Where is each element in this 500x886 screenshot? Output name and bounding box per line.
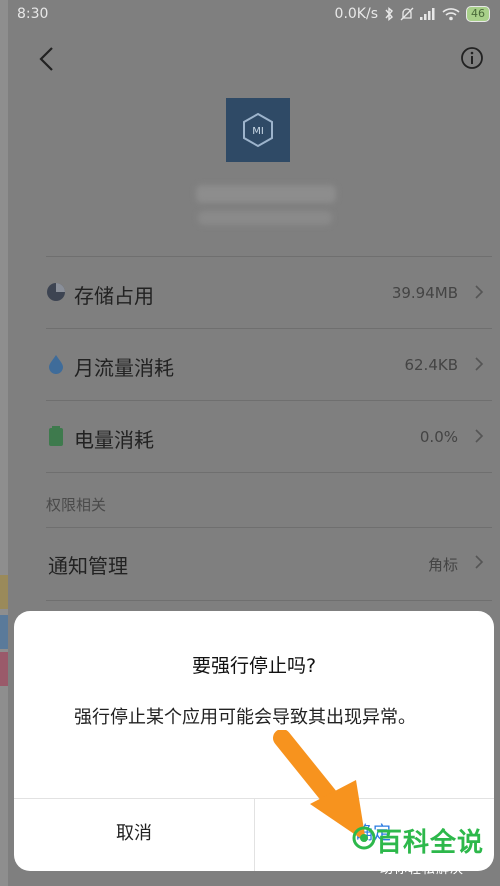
app-icon: MI xyxy=(226,98,290,162)
row-value: 39.94MB xyxy=(391,284,458,302)
dialog-button-divider xyxy=(254,799,255,871)
row-label: 存储占用 xyxy=(74,284,154,308)
chevron-right-icon xyxy=(475,357,484,371)
watermark: 百科全说 助你轻松解决 xyxy=(350,822,500,886)
row-label: 通知管理 xyxy=(48,554,128,578)
water-drop-icon xyxy=(49,355,63,374)
watermark-title: 百科全说 xyxy=(376,828,485,858)
status-bar: 8:30 0.0K/s 46 xyxy=(8,0,500,30)
row-label: 月流量消耗 xyxy=(74,356,174,380)
battery-icon xyxy=(49,426,63,446)
signal-icon xyxy=(420,8,435,20)
row-value: 62.4KB xyxy=(404,356,458,374)
app-name-blurred xyxy=(196,185,336,203)
cancel-button[interactable]: 取消 xyxy=(14,799,254,871)
status-icons: 0.0K/s 46 xyxy=(335,6,490,22)
battery-indicator: 46 xyxy=(466,6,490,22)
chevron-right-icon xyxy=(475,429,484,443)
row-value: 0.0% xyxy=(419,428,458,446)
wifi-icon xyxy=(442,8,460,21)
status-time: 8:30 xyxy=(17,6,49,22)
dialog-title: 要强行停止吗? xyxy=(191,655,317,677)
back-arrow-icon[interactable] xyxy=(34,44,60,74)
data-usage-row[interactable]: 月流量消耗 62.4KB xyxy=(46,328,492,400)
left-edge-strip xyxy=(0,0,8,886)
edge-color-block xyxy=(0,615,8,649)
row-value: 角标 xyxy=(427,556,458,574)
bluetooth-icon xyxy=(385,7,393,21)
chevron-right-icon xyxy=(475,555,484,569)
alarm-off-icon xyxy=(400,7,414,21)
divider xyxy=(46,472,492,473)
mi-logo-icon: MI xyxy=(243,112,273,148)
edge-color-block xyxy=(0,652,8,686)
watermark-logo-icon xyxy=(352,826,376,850)
dialog-message: 强行停止某个应用可能会导致其出现异常。 xyxy=(74,707,416,728)
storage-usage-row[interactable]: 存储占用 39.94MB xyxy=(46,256,492,328)
app-version-blurred xyxy=(198,211,332,225)
chevron-right-icon xyxy=(475,285,484,299)
notification-management-row[interactable]: 通知管理 角标 xyxy=(46,528,492,600)
info-icon[interactable] xyxy=(460,46,484,70)
row-label: 电量消耗 xyxy=(74,428,154,452)
section-title-permissions: 权限相关 xyxy=(46,496,107,514)
divider xyxy=(46,600,492,601)
edge-color-block xyxy=(0,575,8,609)
pie-chart-icon xyxy=(47,283,65,301)
net-speed: 0.0K/s xyxy=(334,6,378,22)
svg-text:MI: MI xyxy=(252,126,264,137)
watermark-subtitle: 助你轻松解决 xyxy=(380,862,465,877)
battery-usage-row[interactable]: 电量消耗 0.0% xyxy=(46,400,492,472)
